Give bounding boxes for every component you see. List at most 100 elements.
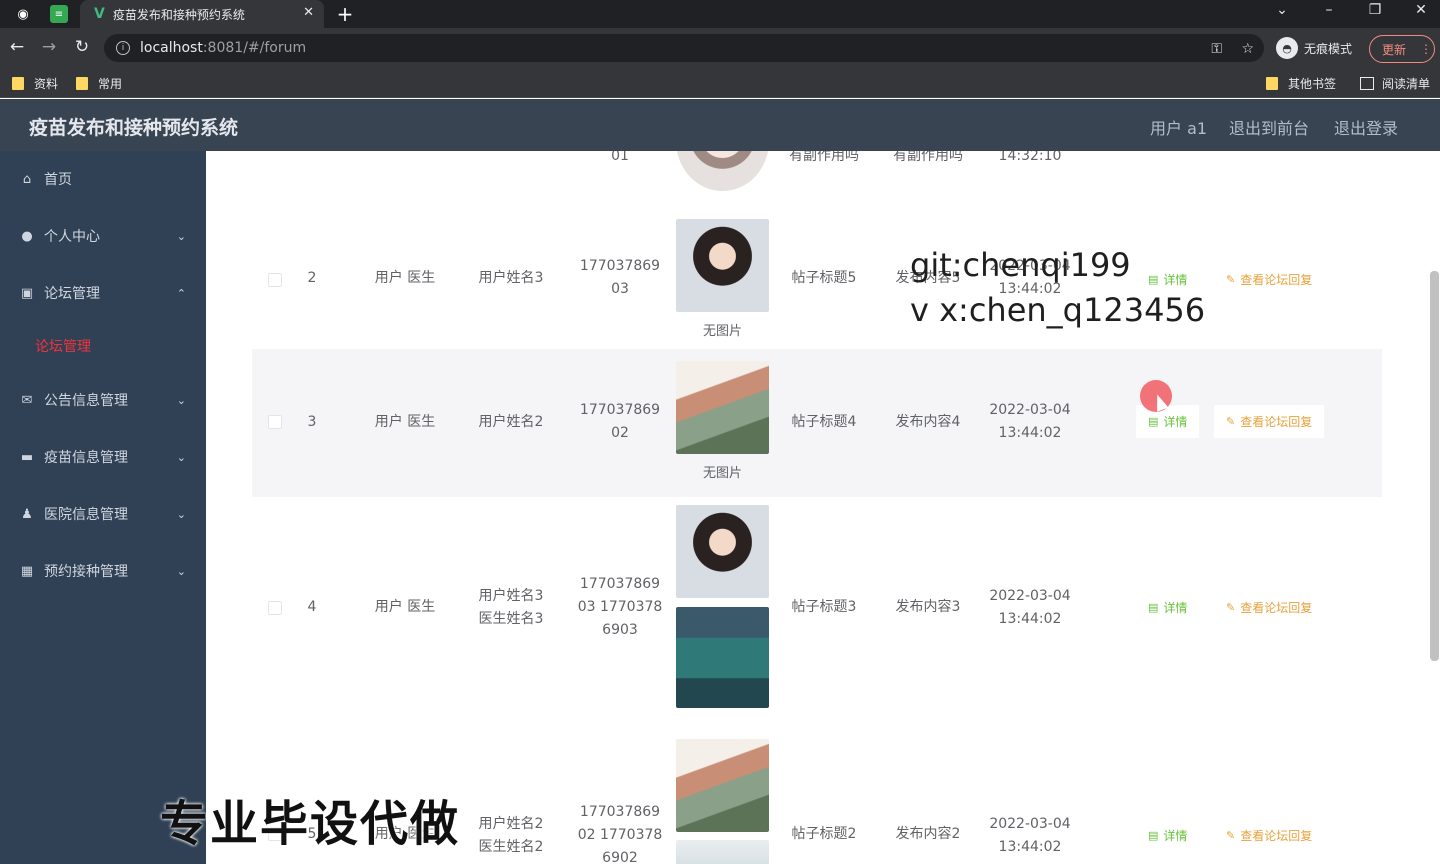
reload-icon[interactable]: ↻ <box>71 37 93 57</box>
name-cell: 用户姓名2 医生姓名2 <box>466 813 556 859</box>
bookmark-label: 资料 <box>34 77 59 91</box>
sidebar-item-label: 医院信息管理 <box>44 507 128 523</box>
reply-label: 查看论坛回复 <box>1240 829 1313 843</box>
bookmark-folder-1[interactable]: 资料 <box>12 75 58 92</box>
reply-label: 查看论坛回复 <box>1240 601 1313 615</box>
edit-icon: ✎ <box>1226 601 1236 614</box>
incognito-indicator[interactable]: ◓ 无痕模式 <box>1276 35 1352 61</box>
title-cell: 帖子标题2 <box>791 826 857 842</box>
sidebar-item-label: 论坛管理 <box>44 286 100 302</box>
chevron-down-icon: ⌄ <box>176 507 186 521</box>
sidebar-item-hospital[interactable]: ♟ 医院信息管理 ⌄ <box>0 486 206 542</box>
other-bookmarks-label: 其他书签 <box>1288 77 1337 91</box>
tab-close-icon[interactable]: ✕ <box>303 5 314 20</box>
tab-favicon-icon[interactable]: ≡ <box>50 5 68 23</box>
bookmark-folder-2[interactable]: 常用 <box>76 75 122 92</box>
document-icon: ▤ <box>1148 415 1159 428</box>
folder-icon <box>12 77 24 90</box>
site-info-icon[interactable]: i <box>116 41 130 55</box>
vaccine-icon: ▬ <box>20 449 34 465</box>
phone-line: 02 1770378 <box>577 827 663 843</box>
other-bookmarks[interactable]: 其他书签 <box>1266 75 1336 92</box>
sidebar-item-vaccine[interactable]: ▬ 疫苗信息管理 ⌄ <box>0 429 206 485</box>
new-tab-icon[interactable]: + <box>334 2 356 26</box>
bookmark-label: 常用 <box>98 77 123 91</box>
post-image <box>676 219 769 312</box>
time-line: 13:44:02 <box>998 425 1062 441</box>
row-checkbox[interactable] <box>268 601 282 615</box>
index-cell: 3 <box>307 414 317 430</box>
tab-search-icon[interactable]: ⌄ <box>1270 2 1294 18</box>
no-image-label: 无图片 <box>702 466 742 481</box>
phone-line: 177037869 <box>579 402 661 418</box>
time-cell: 2022-03-04 13:44:02 <box>980 585 1080 631</box>
view-reply-button[interactable]: ✎ 查看论坛回复 <box>1226 271 1312 288</box>
url-path: :8081/#/forum <box>202 40 307 56</box>
promo-text: 专业毕设代做 <box>160 796 461 852</box>
detail-button[interactable]: ▤ 详情 <box>1148 827 1187 844</box>
edit-icon: ✎ <box>1226 829 1236 842</box>
restore-icon[interactable]: ❐ <box>1363 2 1387 18</box>
detail-button[interactable]: ▤ 详情 <box>1148 599 1187 616</box>
reply-label: 查看论坛回复 <box>1240 273 1313 287</box>
role-cell: 用户 医生 <box>374 414 436 430</box>
date-line: 2022-03-04 <box>989 816 1071 832</box>
sidebar-item-profile[interactable]: ● 个人中心 ⌄ <box>0 208 206 264</box>
view-reply-button[interactable]: ✎ 查看论坛回复 <box>1226 599 1312 616</box>
sidebar-item-home[interactable]: ⌂ 首页 <box>0 151 206 207</box>
vertical-scrollbar[interactable] <box>1430 271 1439 661</box>
sidebar-item-forum[interactable]: ▣ 论坛管理 ⌃ <box>0 265 206 321</box>
row-checkbox[interactable] <box>268 273 282 287</box>
home-icon: ⌂ <box>22 171 32 187</box>
person-icon: ♟ <box>21 506 33 522</box>
view-reply-button[interactable]: ✎ 查看论坛回复 <box>1214 405 1325 438</box>
name-cell: 用户姓名3 <box>478 270 544 286</box>
name-line: 用户姓名3 <box>478 588 544 604</box>
sidebar-item-label: 疫苗信息管理 <box>44 450 128 466</box>
sidebar-item-label: 首页 <box>44 172 72 188</box>
row-checkbox[interactable] <box>268 415 282 429</box>
browser-tab-bar: ◉ ≡ V 疫苗发布和接种预约系统 ✕ + ⌄ – ❐ ✕ <box>0 0 1440 28</box>
incognito-label: 无痕模式 <box>1304 41 1353 56</box>
phone-line: 03 1770378 <box>577 599 663 615</box>
active-tab[interactable]: V 疫苗发布和接种预约系统 ✕ <box>80 0 324 28</box>
forward-icon[interactable]: → <box>38 37 60 57</box>
tab-title: 疫苗发布和接种预约系统 <box>112 7 245 22</box>
post-image <box>676 607 769 708</box>
forum-table: 01 有副作用吗 有副作用吗 14:32:10 2 用户 医生 用户姓名3 17… <box>206 151 1440 864</box>
post-image <box>676 361 769 454</box>
bookmark-star-icon[interactable]: ☆ <box>1241 41 1254 57</box>
url-input[interactable]: i localhost:8081/#/forum ⚿ ☆ <box>104 34 1264 62</box>
key-icon[interactable]: ⚿ <box>1211 41 1222 57</box>
name-line: 用户姓名2 <box>478 816 544 832</box>
phone-line: 6902 <box>602 850 638 864</box>
minimize-icon[interactable]: – <box>1317 2 1341 18</box>
index-cell: 4 <box>307 599 317 615</box>
logout-link[interactable]: 退出登录 <box>1334 115 1398 139</box>
edit-icon: ✎ <box>1226 415 1236 428</box>
image-cell: 无图片 <box>676 361 769 481</box>
reading-list[interactable]: 阅读清单 <box>1360 75 1430 92</box>
sidebar-subitem-forum-manage[interactable]: 论坛管理 <box>0 321 206 371</box>
index-cell: 2 <box>307 270 317 286</box>
role-cell: 用户 医生 <box>374 599 436 615</box>
time-line: 13:44:02 <box>998 611 1062 627</box>
chart-icon: ▣ <box>20 285 34 301</box>
back-icon[interactable]: ← <box>6 37 28 57</box>
browser-menu-icon[interactable]: ◉ <box>12 3 34 25</box>
window-close-icon[interactable]: ✕ <box>1409 2 1433 18</box>
edit-icon: ✎ <box>1226 273 1236 286</box>
name-cell: 用户姓名3 医生姓名3 <box>466 585 556 631</box>
sidebar-item-notice[interactable]: ✉ 公告信息管理 ⌄ <box>0 372 206 428</box>
bookmarks-bar: 资料 常用 其他书签 阅读清单 <box>0 68 1440 98</box>
back-to-front-link[interactable]: 退出到前台 <box>1229 115 1309 139</box>
name-cell: 用户姓名2 <box>478 414 544 430</box>
sidebar-item-appointment[interactable]: ▦ 预约接种管理 ⌄ <box>0 543 206 599</box>
detail-button[interactable]: ▤ 详情 <box>1136 405 1200 438</box>
more-menu-icon: ⋮ <box>1420 42 1433 56</box>
time-cell: 2022-03-04 13:44:02 <box>980 399 1080 445</box>
view-reply-button[interactable]: ✎ 查看论坛回复 <box>1226 827 1312 844</box>
update-button[interactable]: 更新 ⋮ <box>1369 35 1435 63</box>
time-cell: 14:32:10 <box>998 151 1062 164</box>
no-image-label: 无图片 <box>702 324 742 339</box>
